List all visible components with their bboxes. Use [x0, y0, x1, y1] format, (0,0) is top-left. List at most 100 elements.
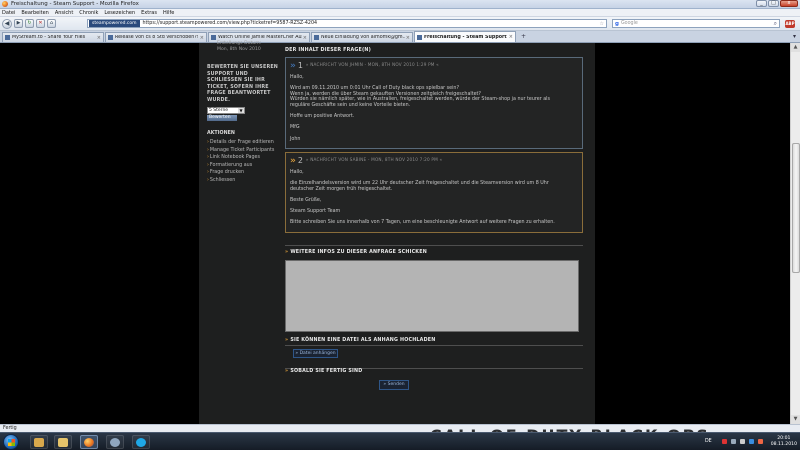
tab-close-icon[interactable]: ×	[200, 35, 204, 41]
tab-favicon-icon	[211, 35, 216, 40]
content-section-title: DER INHALT DIESER FRAGE(N)	[285, 48, 371, 53]
attach-section-title: » SIE KÖNNEN EINE DATEI ALS ANHANG HOCHLA…	[285, 338, 436, 343]
steam-favicon-icon	[417, 34, 422, 40]
message-meta: » NACHRICHT VON SABINE - MON, 8TH NOV 20…	[305, 157, 443, 162]
action-print[interactable]: ›Frage drucken	[207, 169, 279, 177]
taskbar-app-firefox[interactable]	[80, 435, 98, 449]
tab-list-button[interactable]: ▾	[793, 33, 796, 40]
address-bar[interactable]: steampowered.com https://support.steampo…	[87, 19, 607, 28]
menu-hilfe[interactable]: Hilfe	[163, 10, 174, 16]
message-line: John	[290, 136, 301, 142]
message-number: 2	[297, 156, 303, 165]
tray-network-icon[interactable]	[730, 439, 736, 444]
section-divider	[285, 245, 583, 246]
tab-favicon-icon	[108, 35, 113, 40]
reply-section-title: » WEITERE INFOS ZU DIESER ANFRAGE SCHICKE…	[285, 250, 427, 255]
actions-list: ›Details der Frage editieren ›Manage Tic…	[207, 139, 279, 185]
adblock-icon[interactable]: ABP	[785, 20, 795, 28]
rating-select[interactable]: 5 Sterne ▼	[207, 107, 245, 114]
window-titlebar: Freischaltung - Steam Support - Mozilla …	[0, 0, 800, 9]
tab-label: Neue Einladung von almomk@gm...	[321, 35, 405, 40]
tab-favicon-icon	[5, 35, 10, 40]
message-support: » 2 » NACHRICHT VON SABINE - MON, 8TH NO…	[285, 152, 583, 233]
start-button[interactable]	[3, 434, 19, 450]
url-text[interactable]: https://support.steampowered.com/view.ph…	[143, 21, 318, 26]
tab-freischaltung[interactable]: Freischaltung - Steam Support ×	[414, 31, 516, 42]
search-box[interactable]: g Google ⌕	[612, 19, 780, 28]
back-button[interactable]: ◀	[2, 18, 12, 29]
rating-select-value: 5 Sterne	[209, 108, 229, 113]
navigation-toolbar: ◀ ▶ ↻ ✕ ⌂ steampowered.com https://suppo…	[0, 17, 800, 31]
tab-close-icon[interactable]: ×	[406, 35, 410, 41]
home-button[interactable]: ⌂	[47, 19, 56, 28]
action-manage-participants[interactable]: ›Manage Ticket Participants	[207, 147, 279, 155]
taskbar-app-skype[interactable]	[132, 435, 150, 449]
menu-ansicht[interactable]: Ansicht	[55, 10, 73, 16]
stop-button[interactable]: ✕	[36, 19, 45, 28]
menu-bearbeiten[interactable]: Bearbeiten	[21, 10, 48, 16]
search-icon[interactable]: ⌕	[774, 20, 777, 28]
actions-title: AKTIONEN	[207, 131, 235, 136]
tab-close-icon[interactable]: ×	[303, 35, 307, 41]
forward-button[interactable]: ▶	[14, 19, 23, 28]
maximize-button[interactable]: □	[768, 0, 779, 7]
system-clock[interactable]: 20:01 08.11.2010	[771, 436, 797, 447]
minimize-button[interactable]: _	[756, 0, 767, 7]
action-formatting-off[interactable]: ›Formatierung aus	[207, 162, 279, 170]
tab-close-icon[interactable]: ×	[509, 34, 513, 40]
support-page: Erstellungs-Datum: Mon, 8th Nov 2010 BEW…	[199, 41, 595, 424]
rate-button[interactable]: Bewerten	[207, 115, 237, 121]
site-identity-badge[interactable]: steampowered.com	[89, 20, 140, 27]
tab-favicon-icon	[314, 35, 319, 40]
page-scrollbar[interactable]: ▲ ▼	[790, 43, 800, 424]
tab-mystream[interactable]: MyStream.to - Share Your Files ×	[2, 32, 104, 42]
submit-button[interactable]: » Senden	[379, 380, 409, 390]
tab-close-icon[interactable]: ×	[97, 35, 101, 41]
message-line: die Einzelhandelsversion wird um 22 Uhr …	[290, 181, 549, 187]
message-user: » 1 » NACHRICHT VON JHMIN - MON, 8TH NOV…	[285, 57, 583, 149]
search-placeholder: Google	[620, 21, 638, 26]
reload-button[interactable]: ↻	[25, 19, 34, 28]
tab-release[interactable]: Release von cs 8 Std verschoben?!?... ×	[105, 32, 207, 42]
menu-extras[interactable]: Extras	[141, 10, 157, 16]
action-edit-question[interactable]: ›Details der Frage editieren	[207, 139, 279, 147]
taskbar-app-explorer[interactable]	[54, 435, 72, 449]
menu-datei[interactable]: Datei	[2, 10, 15, 16]
action-close-ticket[interactable]: ›Schliessen	[207, 177, 279, 185]
reply-textarea[interactable]	[285, 260, 579, 332]
action-link-notebook[interactable]: ›Link Notebook Pages	[207, 154, 279, 162]
taskbar-app-steam-games[interactable]	[30, 435, 48, 449]
tray-alert-icon[interactable]	[721, 439, 727, 444]
google-icon[interactable]: g	[615, 21, 619, 27]
message-chevron-icon: »	[290, 61, 296, 71]
new-tab-button[interactable]: +	[521, 33, 526, 40]
firefox-icon	[2, 1, 8, 7]
message-meta: » NACHRICHT VON JHMIN - MON, 8TH NOV 201…	[305, 62, 439, 67]
scroll-down-icon[interactable]: ▼	[791, 415, 800, 424]
message-line: Bitte schreiben Sie uns innerhalb von 7 …	[290, 220, 555, 226]
tab-einladung[interactable]: Neue Einladung von almomk@gm... ×	[311, 32, 413, 42]
language-indicator[interactable]: DE	[705, 439, 712, 444]
ticket-date: Mon, 8th Nov 2010	[217, 47, 261, 52]
taskbar-app-steam[interactable]	[106, 435, 124, 449]
taskbar-skype-icon	[136, 437, 146, 447]
chevron-down-icon[interactable]: ▼	[238, 108, 244, 113]
message-chevron-icon: »	[290, 156, 296, 166]
system-tray: DE 20:01 08.11.2010	[705, 433, 800, 450]
attach-file-button[interactable]: » Datei anhängen	[293, 349, 338, 358]
close-window-button[interactable]: x	[780, 0, 798, 7]
scrollbar-thumb[interactable]	[792, 143, 800, 273]
menu-chronik[interactable]: Chronik	[79, 10, 98, 16]
tray-volume-icon[interactable]	[739, 439, 745, 444]
menu-lesezeichen[interactable]: Lesezeichen	[104, 10, 135, 16]
tab-label: Freischaltung - Steam Support	[424, 34, 507, 40]
section-divider	[285, 345, 583, 346]
clock-date: 08.11.2010	[770, 441, 797, 447]
taskbar-firefox-icon	[84, 437, 94, 447]
tray-skype-icon[interactable]	[748, 439, 754, 444]
tray-app-icon[interactable]	[757, 439, 763, 444]
taskbar-game-icon	[34, 437, 44, 447]
bookmark-star-icon[interactable]: ☆	[600, 21, 604, 27]
menu-bar: Datei Bearbeiten Ansicht Chronik Lesezei…	[0, 9, 800, 17]
scroll-up-icon[interactable]: ▲	[791, 43, 800, 52]
